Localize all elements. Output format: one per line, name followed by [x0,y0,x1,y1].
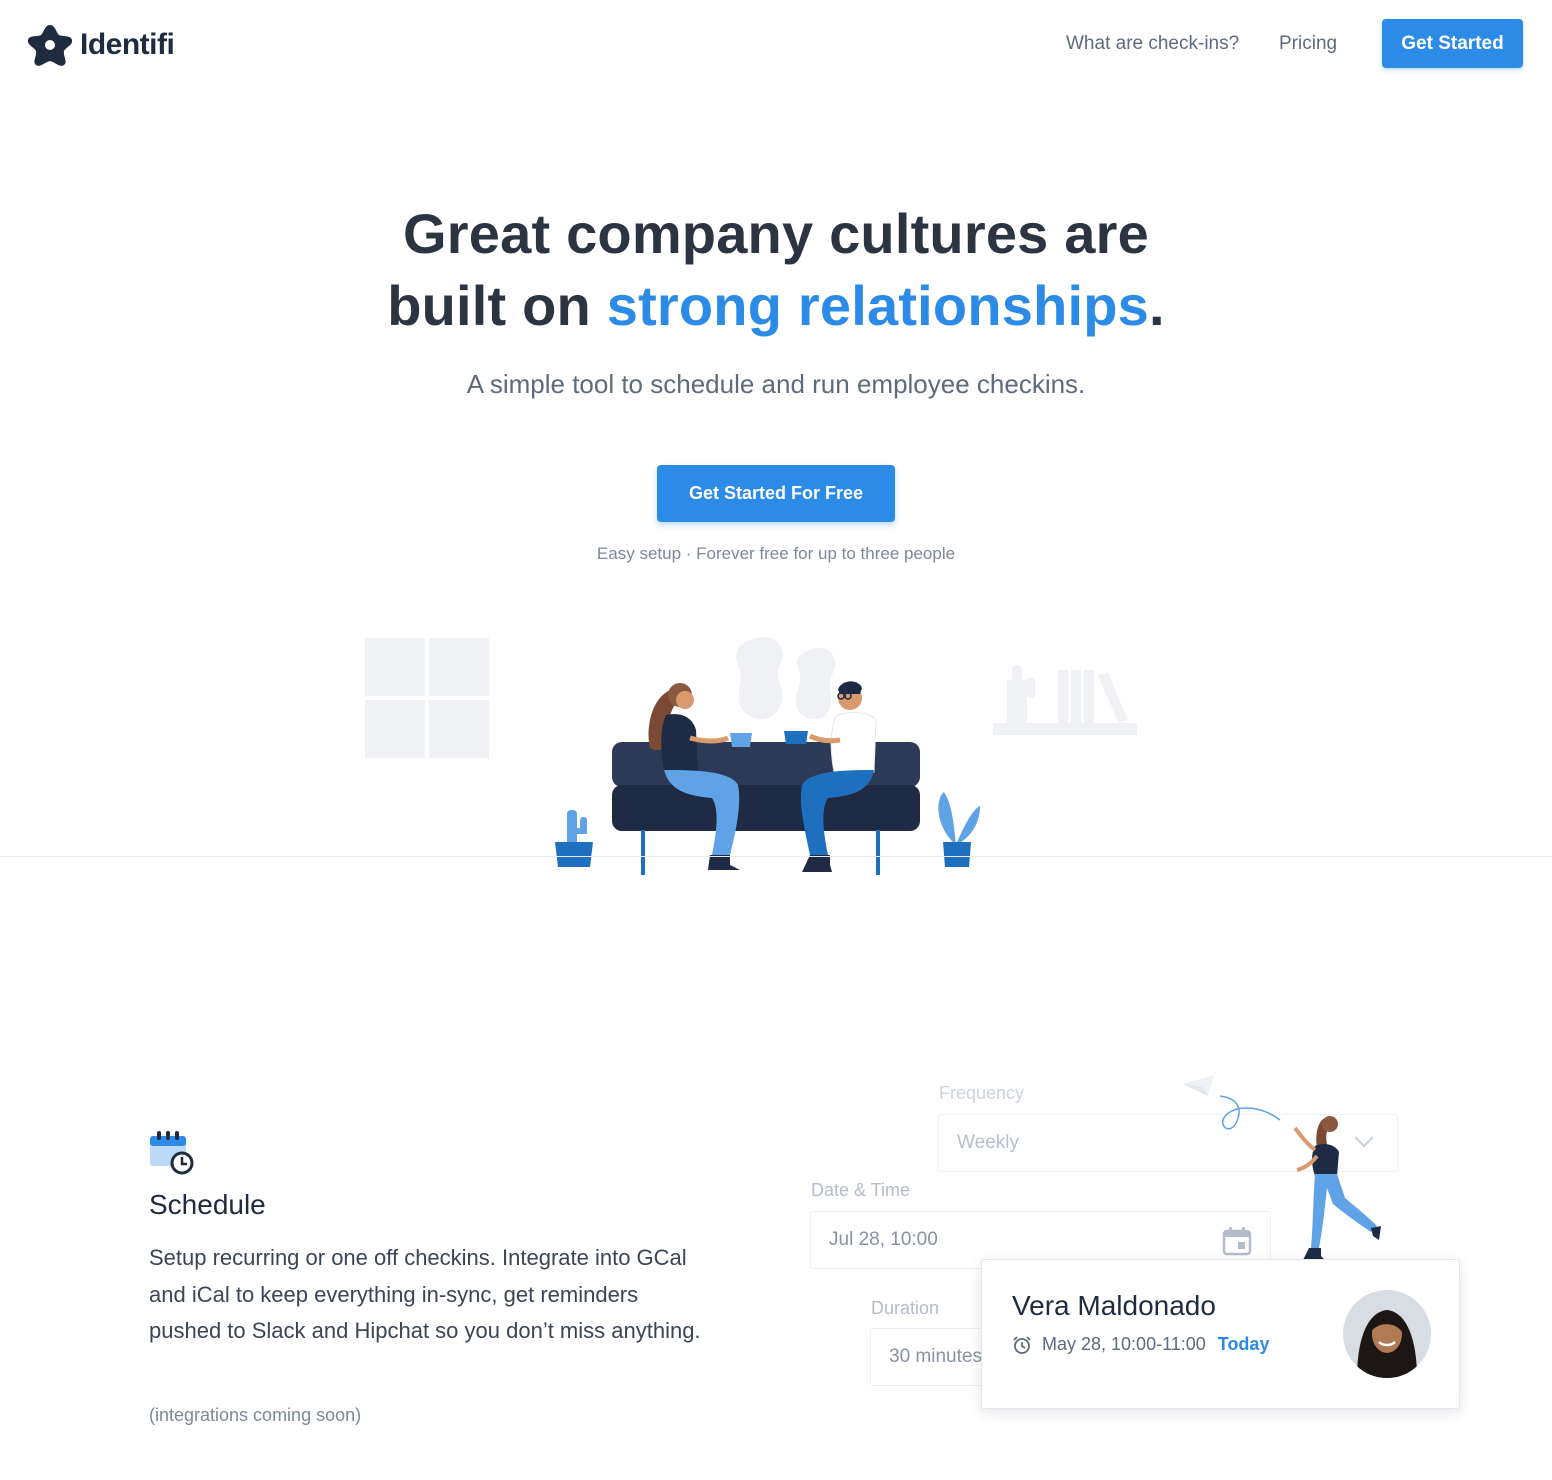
hero-title-line1: Great company cultures are [403,202,1149,265]
frequency-value: Weekly [957,1132,1019,1153]
card-time: May 28, 10:00-11:00 [1042,1334,1206,1354]
window-illustration [365,638,489,758]
hero-title: Great company cultures are built on stro… [0,198,1552,342]
paper-plane-icon [1183,1075,1281,1130]
calendar-icon[interactable] [1222,1226,1252,1256]
logo-star-icon [28,25,73,66]
today-badge: Today [1217,1334,1270,1354]
integrations-note: (integrations coming soon) [149,1405,362,1425]
get-started-free-button[interactable]: Get Started For Free [657,465,895,522]
schedule-description: Setup recurring or one off checkins. Int… [149,1245,701,1343]
brand-name: Identifi [80,28,175,61]
shelf-illustration [993,665,1137,735]
brand-logo[interactable]: Identifi [28,22,175,68]
hero-title-line2-suffix: . [1149,274,1165,337]
hero-subtitle: A simple tool to schedule and run employ… [466,369,1086,399]
duration-label: Duration [871,1298,940,1318]
calendar-clock-icon [150,1131,194,1175]
datetime-label: Date & Time [811,1180,911,1200]
cactus-illustration [555,810,593,867]
hero-note: Easy setup · Forever free for up to thre… [596,544,956,563]
woman-runner-illustration [1293,1116,1381,1260]
steam-illustration [735,636,836,720]
get-started-button[interactable]: Get Started [1382,19,1523,68]
datetime-value: Jul 28, 10:00 [829,1229,938,1250]
section-divider [0,856,1552,857]
frequency-label: Frequency [939,1083,1025,1103]
card-time-row: May 28, 10:00-11:00 Today [1012,1334,1269,1355]
card-person-name: Vera Maldonado [1012,1290,1216,1321]
schedule-title: Schedule [149,1189,266,1220]
duration-value: 30 minutes [889,1346,982,1367]
avatar [1343,1290,1431,1378]
nav-link-pricing[interactable]: Pricing [1279,33,1337,55]
alarm-clock-icon [1013,1335,1031,1354]
hero-title-accent: strong relationships [606,274,1150,337]
checkin-card[interactable]: Vera Maldonado May 28, 10:00-11:00 Today [981,1259,1460,1409]
hero-illustration [365,636,1137,875]
hero-title-line2-prefix: built on [387,274,607,337]
site-header: Identifi What are check-ins? Pricing Get… [0,0,1552,90]
nav-link-checkins[interactable]: What are check-ins? [1066,33,1239,55]
